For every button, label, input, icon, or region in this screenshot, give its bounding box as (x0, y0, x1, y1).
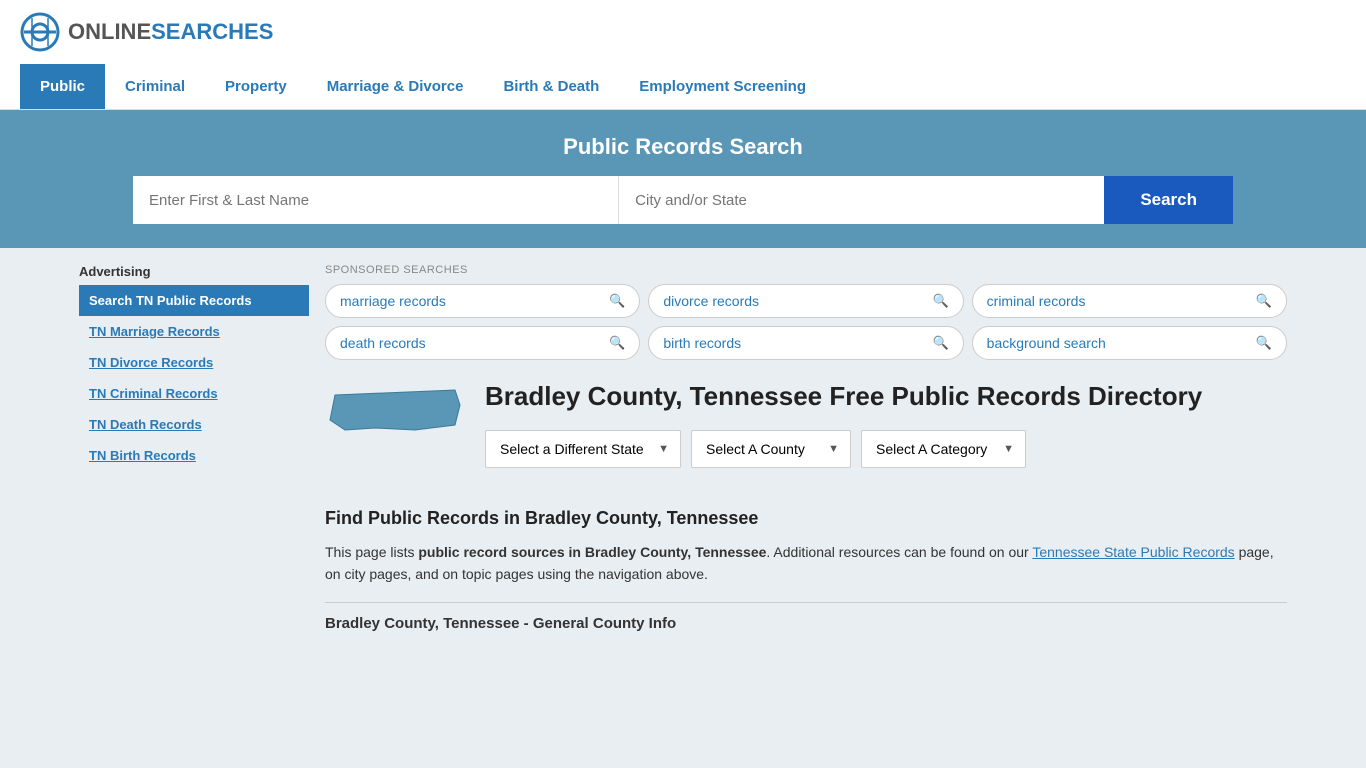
category-dropdown[interactable]: Select A Category (861, 430, 1026, 468)
sidebar-link-criminal[interactable]: TN Criminal Records (89, 386, 218, 401)
desc-part1: This page lists (325, 544, 418, 560)
sidebar-ad-item-4[interactable]: TN Death Records (79, 409, 309, 440)
nav-marriage-divorce[interactable]: Marriage & Divorce (307, 64, 484, 109)
name-input[interactable] (133, 176, 619, 224)
sponsored-pill-label-0: marriage records (340, 293, 446, 309)
sponsored-label: SPONSORED SEARCHES (325, 264, 1287, 276)
sponsored-pill-label-5: background search (987, 335, 1106, 351)
desc-bold1: public record sources in Bradley County,… (418, 544, 766, 560)
location-input[interactable] (619, 176, 1104, 224)
search-icon-4: 🔍 (932, 335, 948, 351)
sidebar-link-birth[interactable]: TN Birth Records (89, 448, 196, 463)
sponsored-pill-label-2: criminal records (987, 293, 1086, 309)
search-icon-2: 🔍 (1256, 293, 1272, 309)
sidebar-link-death[interactable]: TN Death Records (89, 417, 202, 432)
sidebar-ad-item-0[interactable]: Search TN Public Records (79, 285, 309, 316)
sidebar-ad-item-5[interactable]: TN Birth Records (79, 440, 309, 471)
nav: Public Criminal Property Marriage & Divo… (0, 64, 1366, 110)
nav-property[interactable]: Property (205, 64, 307, 109)
sidebar: Advertising Search TN Public Records TN … (79, 264, 309, 632)
find-section: Find Public Records in Bradley County, T… (325, 508, 1287, 632)
search-icon-0: 🔍 (609, 293, 625, 309)
sponsored-pill-2[interactable]: criminal records 🔍 (972, 284, 1287, 318)
sidebar-ad-item-3[interactable]: TN Criminal Records (79, 378, 309, 409)
search-icon-3: 🔍 (609, 335, 625, 351)
search-form: Search (133, 176, 1233, 224)
page-title: Bradley County, Tennessee Free Public Re… (485, 380, 1202, 414)
county-info-title: Bradley County, Tennessee - General Coun… (325, 602, 1287, 632)
sponsored-pill-0[interactable]: marriage records 🔍 (325, 284, 640, 318)
ad-label: Advertising (79, 264, 309, 279)
sponsored-section: SPONSORED SEARCHES marriage records 🔍 di… (325, 264, 1287, 360)
sidebar-ad-item-2[interactable]: TN Divorce Records (79, 347, 309, 378)
header: ONLINESEARCHES (0, 0, 1366, 64)
page-title-section: Bradley County, Tennessee Free Public Re… (485, 380, 1202, 488)
banner-title: Public Records Search (20, 134, 1346, 160)
desc-link[interactable]: Tennessee State Public Records (1032, 544, 1234, 560)
logo: ONLINESEARCHES (20, 12, 273, 52)
nav-employment[interactable]: Employment Screening (619, 64, 826, 109)
county-dropdown-wrapper: Select A County (691, 430, 851, 468)
nav-public[interactable]: Public (20, 64, 105, 109)
sponsored-pill-1[interactable]: divorce records 🔍 (648, 284, 963, 318)
search-button[interactable]: Search (1104, 176, 1233, 224)
sponsored-pill-label-3: death records (340, 335, 426, 351)
sponsored-pill-3[interactable]: death records 🔍 (325, 326, 640, 360)
sponsored-pill-label-4: birth records (663, 335, 741, 351)
content-area: SPONSORED SEARCHES marriage records 🔍 di… (325, 264, 1287, 632)
main-container: Advertising Search TN Public Records TN … (63, 248, 1303, 648)
county-dropdown[interactable]: Select A County (691, 430, 851, 468)
description-text: This page lists public record sources in… (325, 541, 1287, 586)
sponsored-pill-4[interactable]: birth records 🔍 (648, 326, 963, 360)
sponsored-grid: marriage records 🔍 divorce records 🔍 cri… (325, 284, 1287, 360)
nav-birth-death[interactable]: Birth & Death (483, 64, 619, 109)
state-dropdown[interactable]: Select a Different State (485, 430, 681, 468)
desc-part2: . Additional resources can be found on o… (766, 544, 1032, 560)
sidebar-link-divorce[interactable]: TN Divorce Records (89, 355, 213, 370)
search-banner: Public Records Search Search (0, 110, 1366, 248)
sidebar-ad-item-1[interactable]: TN Marriage Records (79, 316, 309, 347)
category-dropdown-wrapper: Select A Category (861, 430, 1026, 468)
state-dropdown-wrapper: Select a Different State (485, 430, 681, 468)
sidebar-link-marriage[interactable]: TN Marriage Records (89, 324, 220, 339)
state-section: Bradley County, Tennessee Free Public Re… (325, 380, 1287, 488)
logo-icon (20, 12, 60, 52)
search-icon-1: 🔍 (932, 293, 948, 309)
search-icon-5: 🔍 (1256, 335, 1272, 351)
nav-criminal[interactable]: Criminal (105, 64, 205, 109)
dropdown-row: Select a Different State Select A County… (485, 430, 1202, 468)
find-title: Find Public Records in Bradley County, T… (325, 508, 1287, 529)
sponsored-pill-label-1: divorce records (663, 293, 759, 309)
state-map (325, 380, 465, 443)
sponsored-pill-5[interactable]: background search 🔍 (972, 326, 1287, 360)
logo-text: ONLINESEARCHES (68, 19, 273, 45)
tennessee-map-svg (325, 380, 465, 440)
